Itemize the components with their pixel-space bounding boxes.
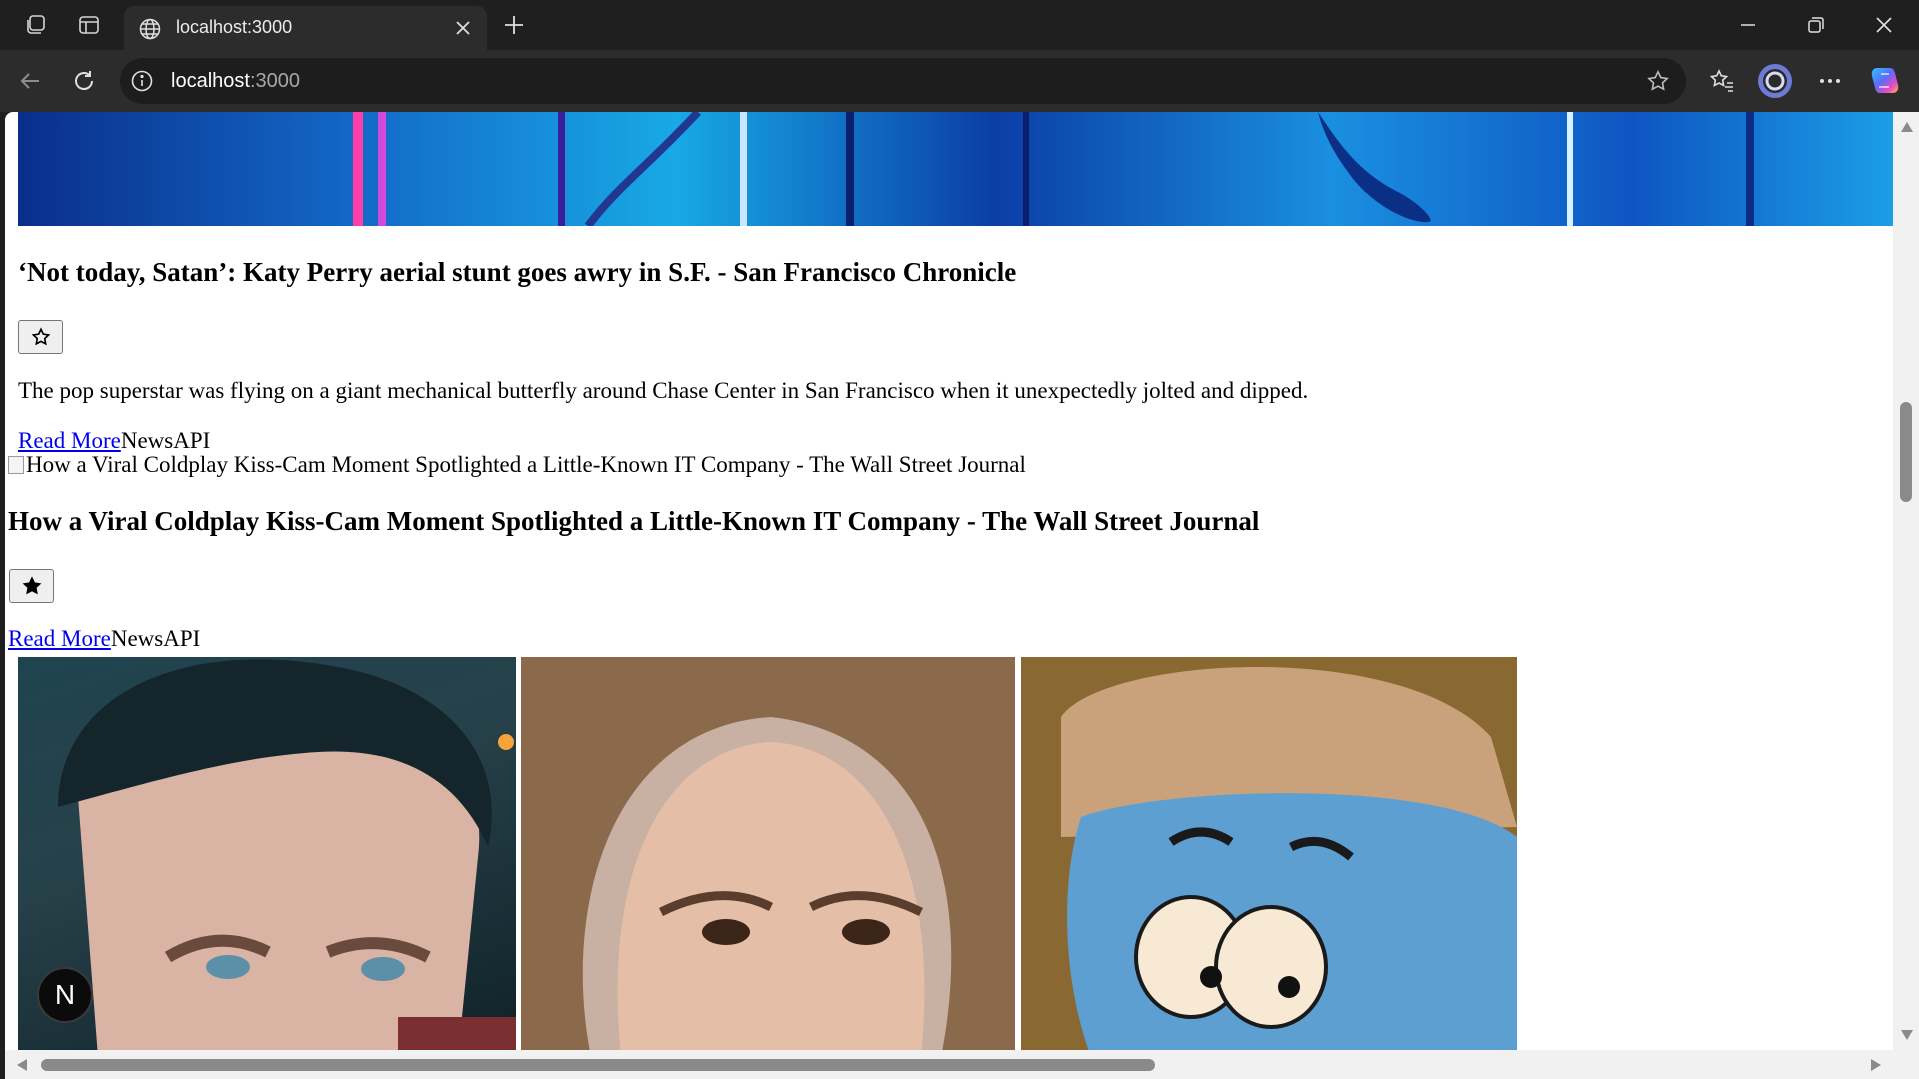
minimize-icon: [1741, 24, 1755, 26]
close-window-button[interactable]: [1856, 6, 1912, 44]
address-text: localhost:3000: [171, 70, 300, 93]
reload-button[interactable]: [66, 63, 102, 99]
browser-toolbar: localhost:3000: [0, 50, 1919, 112]
article-image-broken: How a Viral Coldplay Kiss-Cam Moment Spo…: [8, 452, 1026, 478]
minimize-button[interactable]: [1720, 6, 1776, 44]
butterfly-wing-shape: [1318, 112, 1431, 223]
vertical-tabs-icon[interactable]: [71, 10, 107, 40]
favorite-button[interactable]: [9, 569, 54, 603]
article-source: NewsAPI: [110, 626, 201, 651]
article-title: ‘Not today, Satan’: Katy Perry aerial st…: [18, 257, 1017, 287]
horizontal-scrollbar[interactable]: [5, 1050, 1919, 1079]
tab-title: localhost:3000: [176, 17, 293, 37]
article-image: [18, 112, 1893, 226]
broken-image-icon: [8, 456, 24, 474]
horizontal-scroll-thumb[interactable]: [41, 1059, 1155, 1071]
restore-button[interactable]: [1788, 6, 1844, 44]
back-arrow-icon: [20, 73, 39, 89]
profile-button[interactable]: [1757, 63, 1793, 99]
portrait-woman-image: [521, 657, 1015, 1050]
scroll-up-icon[interactable]: [1901, 122, 1913, 132]
reload-icon: [75, 71, 93, 90]
article-footer: Read MoreNewsAPI: [8, 626, 200, 652]
address-port: :3000: [249, 70, 300, 92]
favorite-star-icon[interactable]: [1646, 69, 1670, 93]
address-bar[interactable]: localhost:3000: [120, 58, 1686, 104]
read-more-link[interactable]: Read More: [18, 428, 121, 453]
read-more-link[interactable]: Read More: [8, 626, 111, 651]
cable-shape: [584, 112, 701, 226]
favorites-list-icon: [1709, 69, 1733, 92]
favorites-button[interactable]: [1704, 63, 1740, 99]
close-icon: [1876, 17, 1892, 33]
scroll-right-icon[interactable]: [1871, 1059, 1881, 1071]
more-menu-button[interactable]: [1812, 63, 1848, 99]
star-filled-icon: [22, 576, 41, 595]
more-dots-icon: [1820, 79, 1840, 83]
tab-localhost[interactable]: localhost:3000: [124, 6, 487, 52]
avatar: [1758, 64, 1792, 98]
article-title: How a Viral Coldplay Kiss-Cam Moment Spo…: [8, 506, 1260, 536]
article-footer: Read MoreNewsAPI: [18, 428, 210, 454]
article-description: The pop superstar was flying on a giant …: [18, 378, 1309, 403]
plus-icon: [505, 16, 523, 34]
article-source: NewsAPI: [120, 428, 211, 453]
image-alt-text: How a Viral Coldplay Kiss-Cam Moment Spo…: [26, 452, 1026, 477]
close-tab-icon[interactable]: [453, 18, 473, 38]
favorite-button[interactable]: [18, 320, 63, 354]
copilot-button[interactable]: [1867, 63, 1903, 99]
scroll-down-icon[interactable]: [1901, 1030, 1913, 1040]
copilot-icon: [1871, 68, 1899, 93]
restore-icon: [1808, 17, 1824, 33]
floating-action-button[interactable]: N: [37, 967, 93, 1023]
article-thumbnail: [521, 657, 1015, 1050]
address-host: localhost: [171, 70, 250, 92]
back-button[interactable]: [12, 63, 48, 99]
site-info-icon[interactable]: [130, 69, 154, 93]
smurf-image: [1021, 657, 1517, 1050]
vertical-scroll-thumb[interactable]: [1900, 402, 1912, 502]
news-feed: ‘Not today, Satan’: Katy Perry aerial st…: [5, 112, 1893, 1050]
tab-bar: localhost:3000: [0, 0, 1919, 52]
vertical-scrollbar[interactable]: [1893, 112, 1919, 1050]
new-tab-button[interactable]: [496, 8, 532, 42]
page-viewport: ‘Not today, Satan’: Katy Perry aerial st…: [5, 112, 1919, 1079]
globe-icon: [139, 18, 161, 40]
star-outline-icon: [31, 327, 50, 346]
workspaces-icon[interactable]: [18, 10, 54, 40]
article-thumbnail: [1021, 657, 1517, 1050]
scroll-left-icon[interactable]: [17, 1059, 27, 1071]
